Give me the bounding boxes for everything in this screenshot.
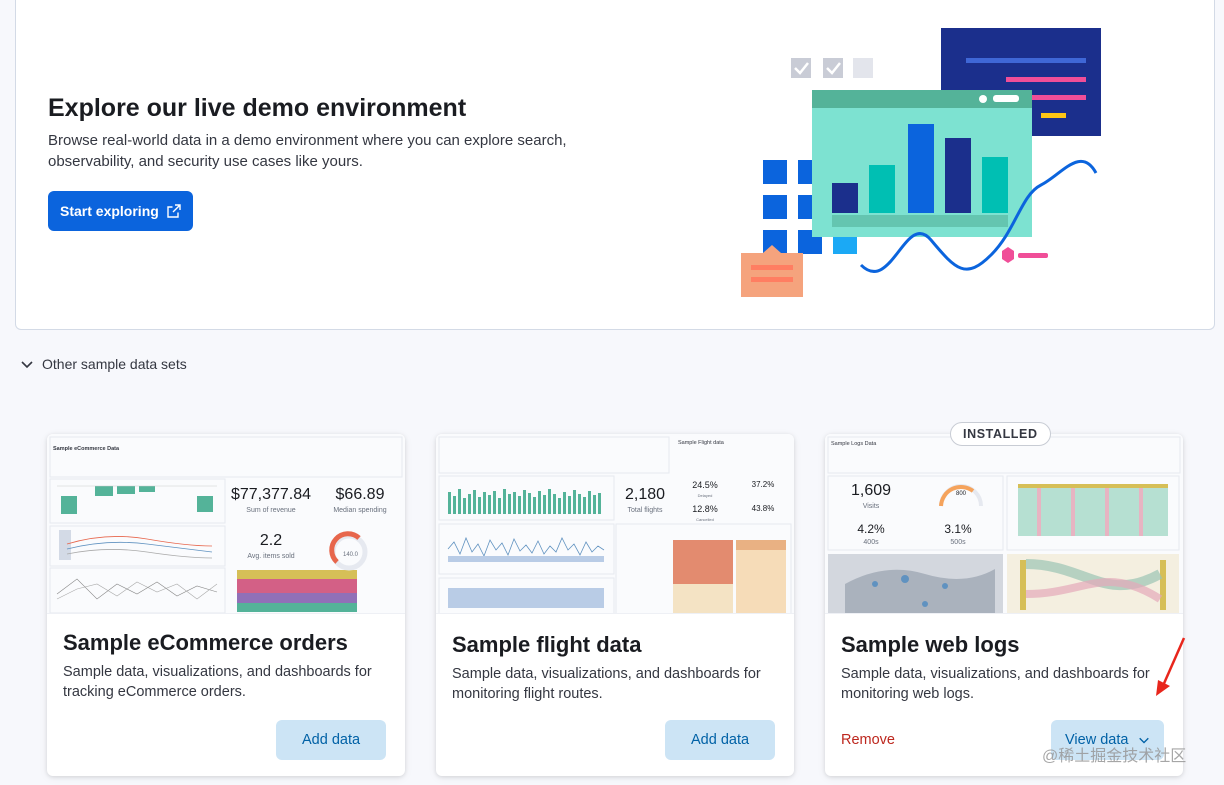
kpi-cancelled: 12.8% Cancelled — [692, 504, 718, 522]
other-sample-data-toggle[interactable]: Other sample data sets — [20, 356, 187, 372]
card-description: Sample data, visualizations, and dashboa… — [841, 666, 1150, 702]
kpi-500s: 3.1% 500s — [944, 522, 972, 546]
hero-title: Explore our live demo environment — [48, 94, 467, 122]
kpi-median-spending: $66.89 Median spending — [333, 486, 387, 514]
add-data-label: Add data — [302, 732, 361, 748]
flight-sample-card: Sample Flight data 2,180 Total flights 2… — [436, 434, 794, 776]
chevron-down-icon — [21, 361, 33, 369]
external-link-icon — [167, 204, 181, 218]
kpi-visits: 1,609 Visits — [850, 482, 892, 510]
installed-badge: INSTALLED — [950, 422, 1051, 446]
kpi-400s: 4.2% 400s — [857, 522, 885, 546]
demo-environment-panel: Explore our live demo environment Browse… — [15, 0, 1215, 330]
ecommerce-sample-card: Sample eCommerce Data $77,377.84 Sum of … — [47, 434, 405, 776]
add-data-button[interactable]: Add data — [276, 720, 387, 760]
card-description: Sample data, visualizations, and dashboa… — [63, 664, 372, 700]
add-data-label: Add data — [691, 732, 750, 748]
kpi-cancelled-pct: 43.8% — [751, 504, 775, 513]
card-description: Sample data, visualizations, and dashboa… — [452, 666, 761, 702]
kpi-delayed: 24.5% Delayed — [692, 480, 718, 498]
weblogs-sample-card: Sample Logs Data 1,609 Visits 800 4.2% 400… — [825, 434, 1183, 776]
card-title: Sample flight data — [452, 632, 642, 657]
kpi-delayed-pct: 37.2% — [751, 480, 775, 489]
add-data-button[interactable]: Add data — [665, 720, 776, 760]
demo-illustration — [741, 28, 1101, 297]
kpi-avg-items: 2.2 Avg. items sold — [247, 532, 295, 560]
card-title: Sample eCommerce orders — [63, 630, 348, 655]
other-sample-data-label: Other sample data sets — [42, 356, 187, 372]
gauge-value: 140.0 — [343, 552, 359, 558]
thumb-charts — [49, 436, 403, 613]
ecommerce-dashboard-thumbnail: Sample eCommerce Data $77,377.84 Sum of … — [47, 434, 405, 614]
weblogs-dashboard-thumbnail: Sample Logs Data 1,609 Visits 800 4.2% 400… — [825, 434, 1183, 614]
remove-button[interactable]: Remove — [841, 732, 895, 748]
start-exploring-label: Start exploring — [60, 203, 159, 219]
hero-description: Browse real-world data in a demo environ… — [48, 132, 567, 170]
watermark-text: @稀土掘金技术社区 — [1042, 748, 1187, 765]
card-title: Sample web logs — [841, 632, 1020, 657]
kpi-total-flights: 2,180 Total flights — [624, 486, 666, 514]
red-arrow-annotation — [1156, 637, 1186, 696]
kpi-revenue: $77,377.84 Sum of revenue — [230, 486, 312, 514]
gauge-value: 800 — [955, 491, 966, 497]
flight-dashboard-thumbnail: Sample Flight data 2,180 Total flights 2… — [436, 434, 794, 614]
thumb-charts — [438, 436, 792, 613]
start-exploring-button[interactable]: Start exploring — [48, 191, 193, 231]
